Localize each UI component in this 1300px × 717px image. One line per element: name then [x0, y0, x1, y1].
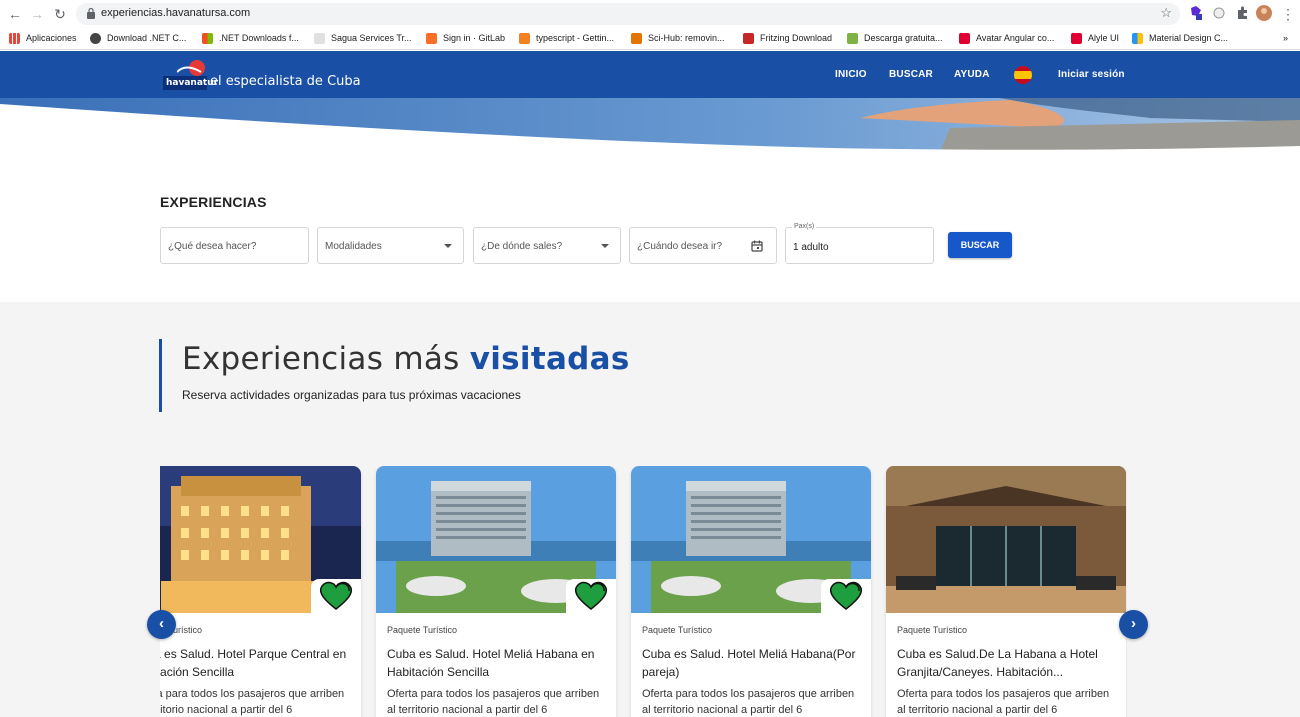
modality-select[interactable]: Modalidades	[317, 227, 464, 264]
bookmark-item[interactable]: Aplicaciones	[9, 30, 77, 46]
apps-grid-icon	[9, 32, 20, 44]
cow-extension-icon[interactable]	[1211, 5, 1227, 21]
bookmark-item[interactable]: Alyle UI	[1071, 30, 1119, 46]
bookmark-item[interactable]: typescript - Gettin...	[519, 30, 614, 46]
bookmark-item[interactable]: .NET Downloads f...	[202, 30, 299, 46]
menu-icon[interactable]: ⋮	[1279, 5, 1297, 23]
card-image	[886, 466, 1126, 613]
nav-inicio[interactable]: INICIO	[835, 69, 867, 80]
bookmark-item[interactable]: Material Design C...	[1132, 30, 1228, 46]
experience-card[interactable]: Paquete Turístico Cuba es Salud. Hotel M…	[631, 466, 871, 717]
reload-icon[interactable]: ↻	[51, 5, 69, 23]
search-button[interactable]: BUSCAR	[948, 232, 1012, 258]
carousel-next-button[interactable]: ›	[1119, 610, 1148, 639]
scihub-icon	[631, 32, 642, 44]
health-heart-icon	[566, 579, 616, 613]
health-heart-icon	[311, 579, 361, 613]
card-title: Cuba es Salud. Hotel Meliá Habana en Hab…	[387, 647, 595, 679]
experience-card[interactable]: Paquete Turístico Cuba es Salud.De La Ha…	[886, 466, 1126, 717]
bookmark-item[interactable]: Sci-Hub: removin...	[631, 30, 725, 46]
globe-icon	[90, 32, 101, 44]
what-input[interactable]: ¿Qué desea hacer?	[160, 227, 309, 264]
bookmark-item[interactable]: Sign in · GitLab	[426, 30, 505, 46]
calendar-icon[interactable]	[751, 240, 763, 252]
card-description: Oferta para todos los pasajeros que arri…	[160, 688, 345, 716]
url-text: experiencias.havanatursa.com	[101, 7, 251, 19]
card-type: Paquete Turístico	[642, 625, 713, 635]
health-heart-icon	[821, 579, 871, 613]
login-link[interactable]: Iniciar sesión	[1058, 69, 1125, 80]
bookmark-star-icon[interactable]: ☆	[1160, 5, 1172, 21]
hero-image	[0, 98, 1300, 152]
forward-icon[interactable]: →	[28, 5, 46, 23]
card-title: Cuba es Salud.De La Habana a Hotel Granj…	[897, 647, 1098, 679]
search-section-title: EXPERIENCIAS	[160, 194, 267, 210]
card-description: Oferta para todos los pasajeros que arri…	[387, 688, 600, 716]
logo-tagline: el especialista de Cuba	[210, 74, 361, 89]
card-description: Oferta para todos los pasajeros que arri…	[642, 688, 855, 716]
logo[interactable]: havanatur el especialista de Cuba	[163, 58, 361, 92]
carousel-prev-button[interactable]: ‹	[147, 610, 176, 639]
fritzing-icon	[743, 32, 754, 44]
sagua-icon	[314, 32, 325, 44]
pax-selector[interactable]: Pax(s) 1 adulto	[785, 223, 934, 264]
extension-icon[interactable]	[1188, 5, 1204, 21]
bookmark-item[interactable]: Avatar Angular co...	[959, 30, 1054, 46]
card-title: Cuba es Salud. Hotel Meliá Habana(Por pa…	[642, 647, 856, 679]
android-icon	[847, 32, 858, 44]
experience-card[interactable]: Paquete Turístico Cuba es Salud. Hotel P…	[160, 466, 361, 717]
stackoverflow-icon	[519, 32, 530, 44]
lock-icon	[87, 7, 95, 19]
site-header: havanatur el especialista de Cuba INICIO…	[0, 51, 1300, 98]
date-input[interactable]: ¿Cuándo desea ir?	[629, 227, 777, 264]
gitlab-icon	[426, 32, 437, 44]
logo-wordmark: havanatur	[163, 76, 218, 90]
address-row: ← → ↻ experiencias.havanatursa.com ☆ ⋮	[0, 0, 1300, 28]
material-icon	[1132, 32, 1143, 44]
bookmark-item[interactable]: Descarga gratuita...	[847, 30, 943, 46]
section-accent-bar	[159, 339, 162, 412]
bookmark-item[interactable]: Download .NET C...	[90, 30, 186, 46]
experience-carousel: Paquete Turístico Cuba es Salud. Hotel P…	[160, 466, 1127, 717]
section-subtitle: Reserva actividades organizadas para tus…	[182, 388, 521, 402]
card-title: Cuba es Salud. Hotel Parque Central en H…	[160, 647, 347, 679]
back-icon[interactable]: ←	[6, 5, 24, 23]
angular-icon	[1071, 32, 1082, 44]
origin-select[interactable]: ¿De dónde sales?	[473, 227, 621, 264]
experience-card[interactable]: Paquete Turístico Cuba es Salud. Hotel M…	[376, 466, 616, 717]
microsoft-icon	[202, 32, 213, 44]
spain-flag-icon[interactable]	[1014, 66, 1032, 84]
card-type: Paquete Turístico	[387, 625, 458, 635]
bookmark-item[interactable]: Sagua Services Tr...	[314, 30, 412, 46]
bookmarks-overflow-icon[interactable]: »	[1283, 30, 1288, 46]
card-type: Paquete Turístico	[897, 625, 968, 635]
address-bar[interactable]: experiencias.havanatursa.com ☆	[76, 3, 1180, 25]
bookmark-item[interactable]: Fritzing Download	[743, 30, 832, 46]
avatar[interactable]	[1256, 5, 1272, 21]
nav-buscar[interactable]: BUSCAR	[889, 69, 933, 80]
dropdown-caret-icon	[444, 244, 452, 248]
dropdown-caret-icon	[601, 244, 609, 248]
browser-chrome: ← → ↻ experiencias.havanatursa.com ☆ ⋮ A…	[0, 0, 1300, 50]
hero-banner	[0, 98, 1300, 152]
bookmarks-bar: Aplicaciones Download .NET C... .NET Dow…	[0, 28, 1300, 48]
nav-ayuda[interactable]: AYUDA	[954, 69, 990, 80]
card-description: Oferta para todos los pasajeros que arri…	[897, 688, 1110, 716]
logo-sun-icon	[177, 60, 205, 76]
puzzle-icon[interactable]	[1234, 5, 1250, 21]
section-title: Experiencias más visitadas	[182, 341, 630, 377]
angular-icon	[959, 32, 970, 44]
